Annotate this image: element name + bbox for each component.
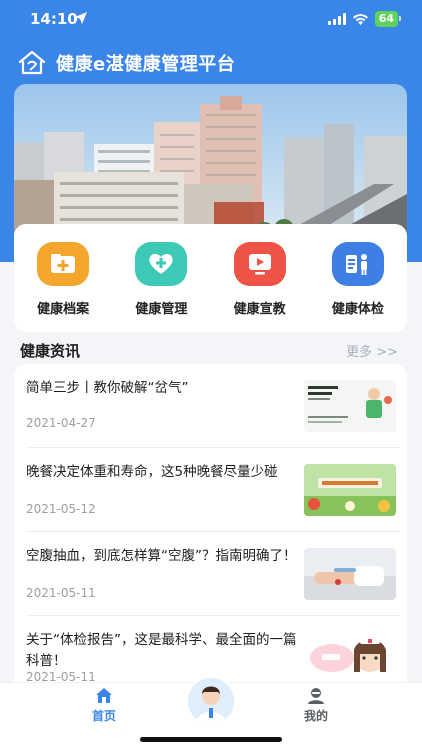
tab-home[interactable]: 首页 bbox=[64, 687, 144, 724]
news-item[interactable]: 空腹抽血，到底怎样算“空腹”？指南明确了！ 2021-05-11 bbox=[26, 532, 400, 616]
hospital-banner-image[interactable] bbox=[14, 84, 407, 244]
home-indicator bbox=[140, 737, 282, 742]
status-time: 14:10 bbox=[30, 10, 78, 28]
news-title: 空腹抽血，到底怎样算“空腹”？指南明确了！ bbox=[26, 548, 297, 564]
news-thumbnail-image bbox=[304, 380, 396, 432]
cellular-signal-icon bbox=[327, 13, 346, 25]
menu-label: 健康宣教 bbox=[233, 302, 286, 317]
menu-label: 健康管理 bbox=[135, 302, 188, 317]
doctor-avatar-button[interactable] bbox=[186, 676, 236, 726]
news-list: 简单三步丨教你破解“岔气” 2021-04-27 晚餐决定体重和寿命，这5种晚餐… bbox=[14, 364, 407, 694]
tab-mine[interactable]: 我的 bbox=[276, 687, 356, 724]
news-title: 关于“体检报告”，这是最科学、最全面的一篇科普！ bbox=[26, 632, 297, 669]
app-title: 健康e湛健康管理平台 bbox=[56, 54, 236, 75]
news-date: 2021-05-11 bbox=[26, 586, 96, 600]
folder-plus-icon bbox=[37, 242, 90, 286]
wifi-icon bbox=[352, 13, 368, 25]
news-thumbnail-image bbox=[304, 464, 396, 516]
menu-health-education[interactable]: 健康宣教 bbox=[220, 242, 300, 317]
app-header: 健康e湛健康管理平台 bbox=[18, 50, 235, 76]
quick-menu: 健康档案 健康管理 健康宣教 健康体检 bbox=[14, 224, 407, 332]
menu-health-records[interactable]: 健康档案 bbox=[23, 242, 103, 317]
news-thumbnail-image bbox=[304, 548, 396, 600]
status-bar: 14:10 64 bbox=[0, 0, 422, 40]
news-date: 2021-05-12 bbox=[26, 502, 96, 516]
tab-mine-label: 我的 bbox=[303, 709, 328, 723]
more-news-link[interactable]: 更多 >> bbox=[346, 341, 398, 360]
heart-plus-icon bbox=[135, 242, 188, 286]
news-item[interactable]: 晚餐决定体重和寿命，这5种晚餐尽量少碰 2021-05-12 bbox=[26, 448, 400, 532]
home-logo-icon bbox=[18, 50, 46, 75]
news-item[interactable]: 简单三步丨教你破解“岔气” 2021-04-27 bbox=[26, 364, 400, 448]
menu-health-management[interactable]: 健康管理 bbox=[121, 242, 201, 317]
menu-health-checkup[interactable]: 健康体检 bbox=[318, 242, 398, 317]
news-title: 简单三步丨教你破解“岔气” bbox=[26, 380, 189, 396]
status-indicators: 64 bbox=[327, 11, 402, 27]
home-icon bbox=[96, 688, 112, 703]
menu-label: 健康体检 bbox=[331, 302, 384, 317]
video-icon bbox=[233, 242, 286, 286]
news-section-title: 健康资讯 bbox=[20, 342, 81, 360]
news-title: 晚餐决定体重和寿命，这5种晚餐尽量少碰 bbox=[26, 464, 278, 480]
news-thumbnail-image bbox=[304, 632, 396, 684]
location-arrow-icon bbox=[75, 12, 87, 24]
tab-home-label: 首页 bbox=[91, 709, 116, 723]
battery-indicator: 64 bbox=[374, 11, 402, 27]
menu-label: 健康档案 bbox=[37, 302, 90, 317]
hospital-city-illustration bbox=[14, 84, 407, 244]
checkup-icon bbox=[331, 242, 384, 286]
user-icon bbox=[308, 688, 324, 704]
news-date: 2021-04-27 bbox=[26, 416, 96, 430]
doctor-avatar-icon bbox=[188, 678, 234, 724]
